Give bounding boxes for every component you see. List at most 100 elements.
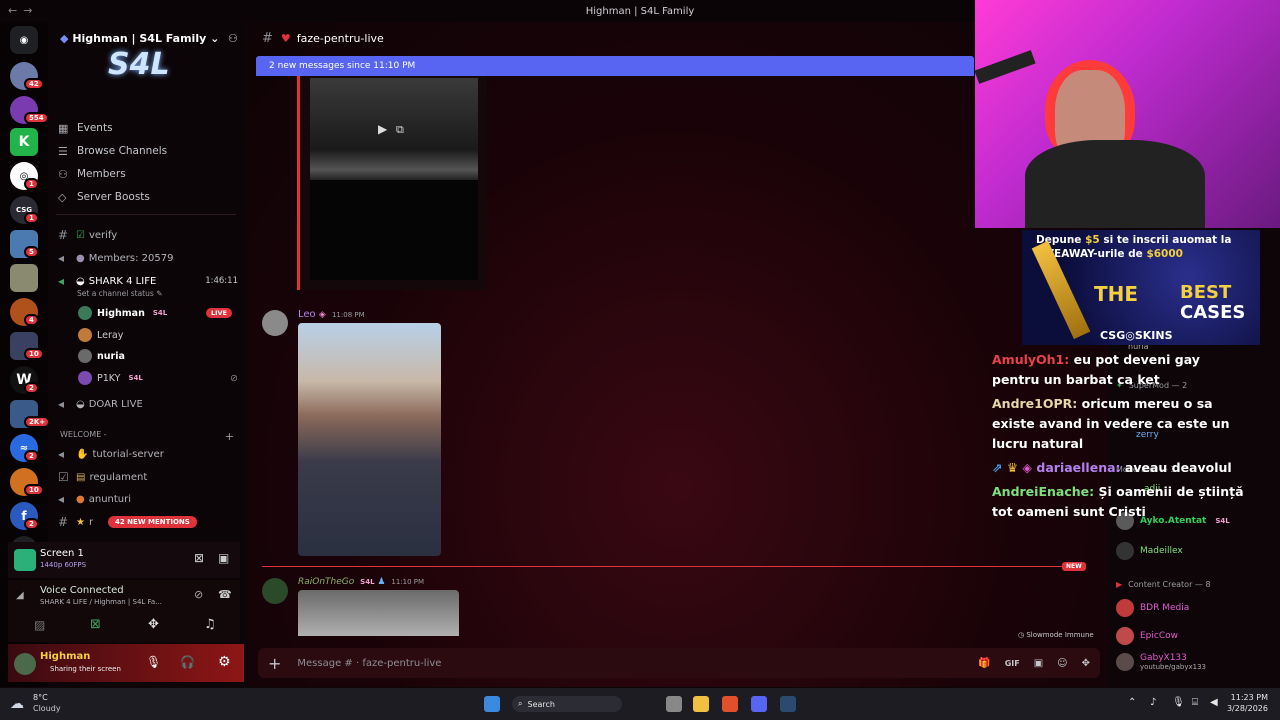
star-icon: ★ (76, 516, 85, 528)
video-embed[interactable]: ▶ ⧉ (297, 76, 487, 290)
windows-start-icon[interactable] (484, 696, 500, 712)
noise-suppression-icon[interactable]: ⊘ (194, 588, 203, 601)
gift-icon[interactable]: 🎁 (978, 658, 990, 669)
video-thumbnail (310, 78, 478, 180)
message-author[interactable]: RaiOnTheGo (298, 577, 354, 587)
avatar (1116, 542, 1134, 560)
message-author[interactable]: Leo (298, 309, 316, 320)
badge: 1 (24, 178, 39, 190)
new-mentions-pill[interactable]: 42 NEW MENTIONS (108, 516, 197, 528)
voice-user-nuria[interactable]: nuria (78, 347, 125, 365)
gear-icon[interactable]: ⚙ (218, 654, 231, 670)
volume-icon[interactable]: ◀ (1210, 697, 1218, 708)
avatar[interactable] (262, 310, 288, 336)
menu-events[interactable]: Events (77, 122, 113, 134)
soundboard-icon[interactable]: ♫ (204, 617, 216, 632)
announce-icon: ◂ (58, 447, 65, 461)
task-view-icon[interactable] (666, 696, 682, 712)
chat-user: dariaellena: (1036, 460, 1121, 475)
voice-location[interactable]: SHARK 4 LIFE / Highman | S4L Fa... (40, 598, 162, 606)
disconnect-icon[interactable]: ☎ (218, 588, 232, 601)
channel-verify[interactable]: # ☑ verify (58, 226, 238, 244)
voice-channel-shark[interactable]: ◂ ◒ SHARK 4 LIFE 1:46:11 (58, 272, 238, 290)
server-badge-icon: ◆ (60, 32, 69, 45)
member-madeillex[interactable]: Madeillex (1116, 542, 1183, 560)
server-icon-kick[interactable]: K (10, 128, 38, 156)
steam-icon[interactable] (780, 696, 796, 712)
avatar[interactable] (262, 578, 288, 604)
avatar[interactable] (14, 653, 36, 675)
activities-icon[interactable]: ✥ (148, 617, 159, 632)
network-icon[interactable]: ⌸ (1192, 697, 1198, 708)
server-logo: S4L (108, 47, 170, 82)
message-composer: + Message # · faze-pentru-live 🎁 GIF ▣ ☺… (258, 648, 1100, 678)
channel-members-count[interactable]: ◂ ● Members: 20579 (58, 249, 238, 267)
share-screen-icon[interactable]: ⊠ (90, 617, 101, 632)
weather-temp[interactable]: 8°C (33, 693, 48, 702)
channel-label: anunturi (88, 493, 132, 505)
member-name: GabyX133 (1140, 653, 1187, 663)
voice-connected-panel: ◢ Voice Connected SHARK 4 LIFE / Highman… (8, 580, 240, 642)
emoji-icon[interactable]: ☺ (1057, 658, 1067, 669)
speaker-icon[interactable]: ♪ (1150, 697, 1156, 708)
menu-server-boosts[interactable]: Server Boosts (77, 191, 150, 203)
stream-settings-icon[interactable]: ▣ (218, 551, 229, 565)
play-icon[interactable]: ▶ (378, 122, 387, 136)
member-epiccow[interactable]: EpicCow (1116, 627, 1178, 645)
check-icon: ☑ (76, 229, 85, 241)
clock-time[interactable]: 11:23 PM (1228, 693, 1268, 702)
headphones-icon[interactable]: 🎧 (180, 655, 195, 669)
open-external-icon[interactable]: ⧉ (396, 123, 404, 137)
add-channel-icon[interactable]: + (225, 430, 234, 443)
clock-date[interactable]: 3/28/2026 (1222, 704, 1268, 713)
menu-browse-channels[interactable]: Browse Channels (77, 145, 167, 157)
microphone-icon[interactable]: 🎙 (146, 655, 161, 669)
server-icon-5[interactable] (10, 264, 38, 292)
voice-channel-doar-live[interactable]: ◂ ◒ DOAR LIVE (58, 395, 238, 413)
discord-icon[interactable] (751, 696, 767, 712)
member-gabyx133[interactable]: GabyX133 youtube/gabyx133 (1116, 653, 1206, 671)
taskbar-search[interactable]: ⌕ Search (512, 696, 622, 712)
weather-label[interactable]: Cloudy (33, 704, 61, 713)
message-input[interactable]: Message # · faze-pentru-live (297, 658, 978, 669)
server-name-button[interactable]: ◆ Highman | S4L Family ⌄ (60, 32, 219, 45)
message-image[interactable] (298, 590, 459, 636)
boost-icon: ◇ (58, 191, 67, 204)
promo-line1: Depune $5 si te inscrii auomat la (1036, 234, 1231, 246)
discord-home-icon[interactable]: ◉ (10, 26, 38, 54)
invite-icon[interactable]: ⚇ (228, 32, 238, 45)
brave-icon[interactable] (722, 696, 738, 712)
channel-anunturi[interactable]: ◂ ● anunturi (58, 490, 238, 508)
taskbar: ☁ 8°C Cloudy ⌕ Search ⌃ ♪ 🎙 ⌸ ◀ 11:23 PM… (0, 688, 1280, 720)
menu-members[interactable]: Members (77, 168, 126, 180)
microphone-icon[interactable]: 🎙 (1172, 697, 1185, 708)
camera-icon[interactable]: ▨ (34, 618, 45, 632)
user-name: P1KY (97, 372, 121, 384)
server-name: Highman | S4L Family (72, 32, 207, 45)
channel-status-input[interactable]: Set a channel status ✎ (77, 289, 162, 298)
voice-timer: 1:46:11 (205, 276, 238, 286)
sticker-icon[interactable]: ▣ (1034, 658, 1043, 669)
message-image[interactable] (298, 323, 441, 556)
stream-chat-message: AmulyOh1: eu pot deveni gay pentru un ba… (992, 350, 1244, 390)
screen-title: Screen 1 (40, 548, 84, 559)
voice-user-leray[interactable]: Leray (78, 326, 123, 344)
voice-user-highman[interactable]: Highman S4L LIVE (78, 304, 238, 322)
nav-arrows[interactable]: ←→ (8, 4, 38, 17)
file-explorer-icon[interactable] (693, 696, 709, 712)
member-bdr-media[interactable]: BDR Media (1116, 599, 1189, 617)
apps-icon[interactable]: ✥ (1082, 658, 1090, 669)
stream-chat-message: ⇗ ♛ ◈ dariaellena: aveau deavolul (992, 458, 1244, 478)
badge: 2 (24, 518, 39, 530)
add-attachment-icon[interactable]: + (268, 654, 281, 673)
channel-tutorial-server[interactable]: ◂ ✋ tutorial-server (58, 445, 238, 463)
voice-user-p1ky[interactable]: P1KY S4L ⊘ (78, 369, 238, 387)
stop-stream-icon[interactable]: ⊠ (194, 551, 204, 565)
gif-icon[interactable]: GIF (1005, 659, 1020, 668)
new-messages-banner[interactable]: 2 new messages since 11:10 PM (256, 56, 974, 76)
channel-regulament[interactable]: ☑ ▤ regulament (58, 468, 238, 486)
streamer-body (1025, 140, 1205, 228)
role-icon: ◈ (318, 310, 326, 320)
chevron-up-icon[interactable]: ⌃ (1128, 697, 1136, 708)
category-welcome[interactable]: WELCOME - + (60, 430, 240, 443)
